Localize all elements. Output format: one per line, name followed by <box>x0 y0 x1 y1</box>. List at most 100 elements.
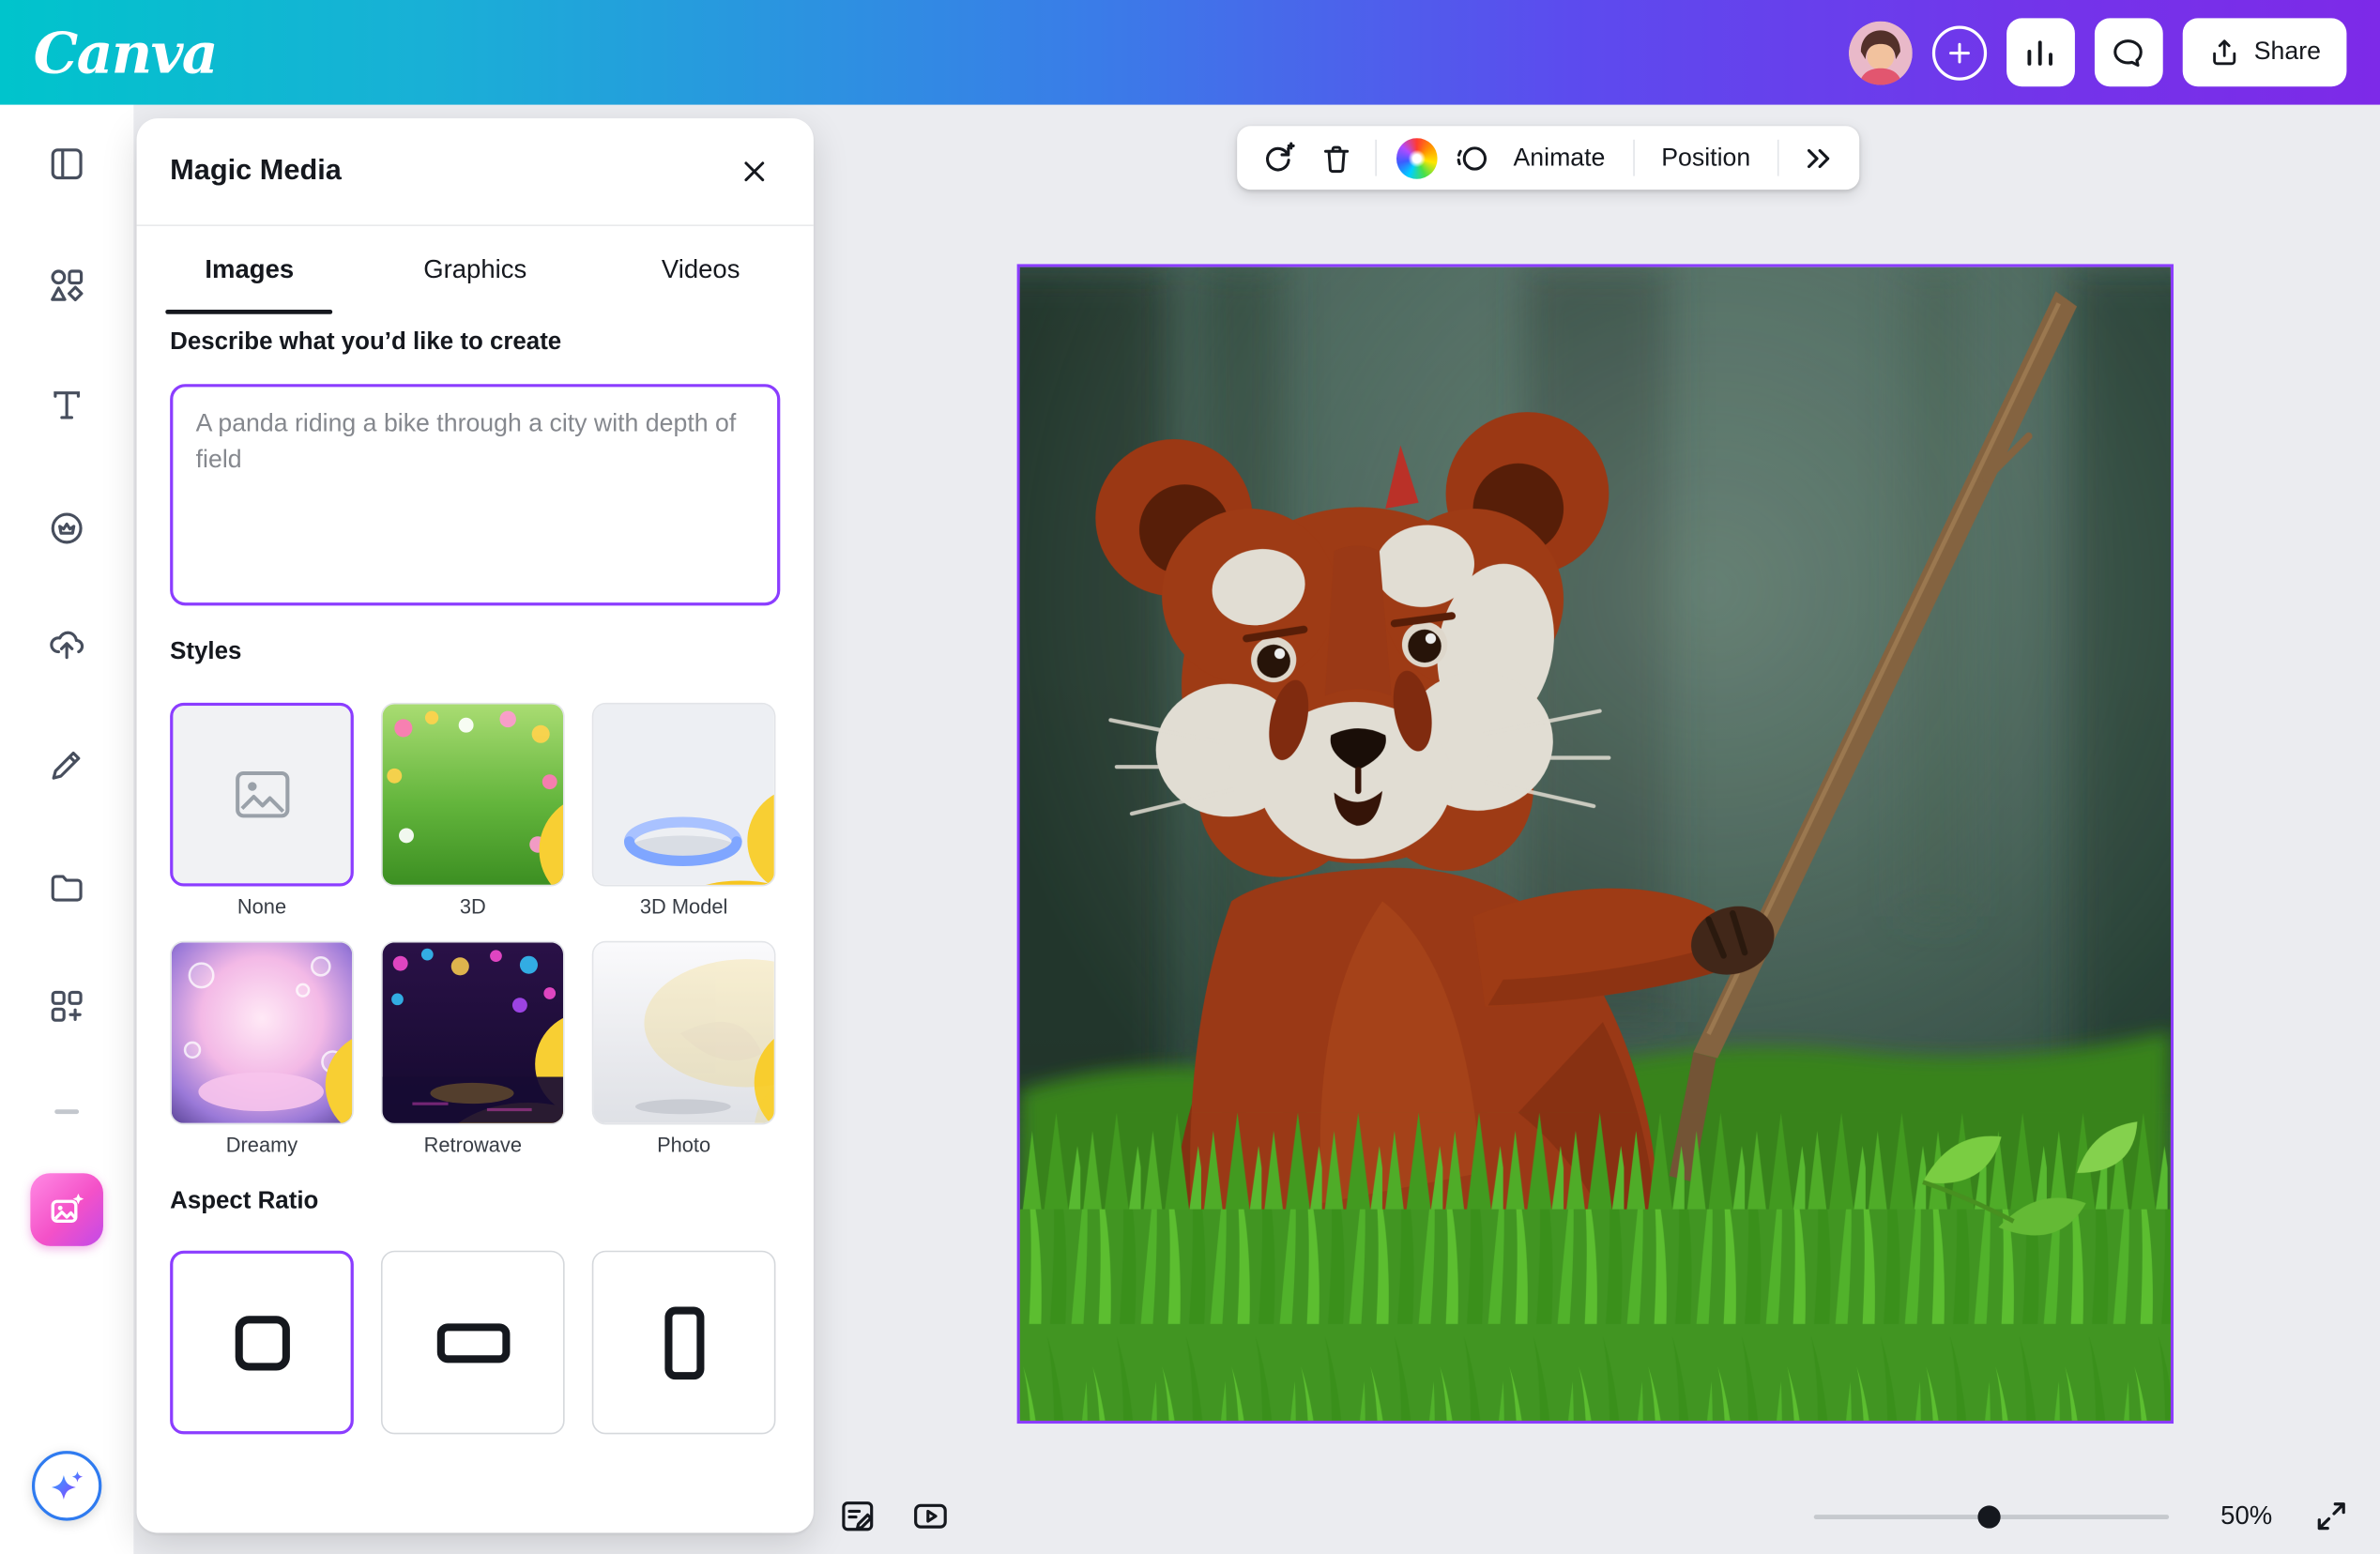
avatar[interactable] <box>1849 21 1913 84</box>
style-option-3d-model[interactable] <box>592 703 776 887</box>
tab-videos[interactable]: Videos <box>587 226 813 314</box>
present-button[interactable] <box>900 1485 961 1546</box>
aspect-option-landscape[interactable] <box>381 1251 565 1435</box>
more-tools-button[interactable] <box>1790 130 1847 185</box>
aspect-ratio-grid <box>170 1251 780 1435</box>
panel-header: Magic Media <box>137 118 814 224</box>
style-thumbnail-3d <box>383 704 563 884</box>
style-label: Photo <box>592 1134 776 1158</box>
prompt-heading: Describe what you’d like to create <box>170 329 780 359</box>
notes-icon <box>838 1497 877 1536</box>
sidebar-item-brand[interactable] <box>29 489 105 565</box>
style-thumbnail-photo <box>593 942 773 1122</box>
style-thumbnail-3d-model <box>593 704 773 884</box>
delete-button[interactable] <box>1307 130 1365 185</box>
notes-button[interactable] <box>827 1485 888 1546</box>
canva-assistant-button[interactable] <box>29 1448 105 1524</box>
magic-media-panel: Magic Media Images Graphics Videos Descr… <box>137 118 814 1532</box>
color-picker-button[interactable] <box>1387 130 1444 185</box>
canva-editor-window: Canva <box>0 0 2380 1554</box>
top-bar: Canva <box>0 0 2380 105</box>
canva-logo[interactable]: Canva <box>34 19 217 85</box>
more-chevrons-icon <box>1801 141 1836 175</box>
style-option-photo[interactable] <box>592 941 776 1125</box>
dash-icon <box>54 1108 79 1113</box>
comments-icon <box>2111 34 2147 70</box>
zoom-slider-handle[interactable] <box>1977 1505 2000 1528</box>
portrait-ratio-icon <box>664 1306 704 1379</box>
image-toolbar: Animate Position <box>1237 126 1859 190</box>
avatar-image <box>1849 21 1913 84</box>
zoom-level: 50% <box>2204 1501 2289 1531</box>
sidebar-item-text[interactable] <box>29 367 105 443</box>
style-option-3d[interactable] <box>381 703 565 887</box>
aspect-option-square[interactable] <box>170 1251 354 1435</box>
aspect-option-portrait[interactable] <box>592 1251 776 1435</box>
sidebar-item-elements[interactable] <box>29 248 105 324</box>
style-option-dreamy[interactable] <box>170 941 354 1125</box>
rail-collapse-handle[interactable] <box>29 1073 105 1149</box>
style-label: 3D <box>381 895 565 920</box>
styles-grid: None <box>170 703 780 1158</box>
panel-title: Magic Media <box>170 155 342 189</box>
elements-icon <box>47 266 86 305</box>
toolbar-divider <box>1777 140 1779 176</box>
aspect-ratio-heading: Aspect Ratio <box>170 1188 780 1218</box>
red-panda-artwork <box>1020 267 2171 1421</box>
fullscreen-icon <box>2313 1498 2350 1534</box>
sidebar-item-projects[interactable] <box>29 848 105 924</box>
style-label: 3D Model <box>592 895 776 920</box>
square-ratio-icon <box>235 1315 289 1369</box>
brand-icon <box>47 507 86 546</box>
share-upload-icon <box>2208 37 2240 69</box>
panel-body: Describe what you’d like to create Style… <box>137 329 814 1434</box>
projects-icon <box>47 867 86 906</box>
add-member-button[interactable] <box>1932 25 1987 80</box>
close-panel-button[interactable] <box>728 145 780 197</box>
generated-image[interactable] <box>1017 264 2174 1424</box>
prompt-input[interactable] <box>170 384 780 605</box>
add-icon <box>1945 38 1975 68</box>
style-option-retrowave[interactable] <box>381 941 565 1125</box>
position-button[interactable]: Position <box>1644 144 1767 173</box>
sidebar-item-design[interactable] <box>29 126 105 202</box>
color-wheel-icon <box>1396 137 1437 178</box>
left-rail <box>0 105 133 1554</box>
style-thumbnail-retrowave <box>383 942 563 1122</box>
comments-button[interactable] <box>2095 18 2163 86</box>
sidebar-item-draw[interactable] <box>29 727 105 803</box>
image-placeholder-icon <box>173 706 350 883</box>
style-label: None <box>170 895 354 920</box>
tab-images[interactable]: Images <box>137 226 362 314</box>
style-option-none[interactable] <box>170 703 354 887</box>
style-thumbnail-dreamy <box>172 942 352 1122</box>
share-button[interactable]: Share <box>2183 18 2347 86</box>
animate-icon <box>1452 139 1489 176</box>
fullscreen-button[interactable] <box>2301 1485 2362 1546</box>
close-icon <box>738 155 771 189</box>
media-type-tabs: Images Graphics Videos <box>137 226 814 314</box>
top-actions: Share <box>1849 18 2347 86</box>
tab-graphics[interactable]: Graphics <box>362 226 587 314</box>
magic-media-icon <box>30 1173 103 1246</box>
design-icon <box>47 145 86 184</box>
present-icon <box>910 1497 950 1536</box>
animate-button-icon-part[interactable] <box>1445 130 1497 185</box>
sidebar-item-magic-media[interactable] <box>29 1172 105 1248</box>
apps-icon <box>47 986 86 1026</box>
trash-icon <box>1319 141 1353 175</box>
assistant-sparkle-icon <box>32 1451 101 1520</box>
style-label: Dreamy <box>170 1134 354 1158</box>
text-icon <box>47 386 86 425</box>
draw-icon <box>47 745 86 785</box>
style-label: Retrowave <box>381 1134 565 1158</box>
styles-heading: Styles <box>170 639 780 669</box>
sidebar-item-apps[interactable] <box>29 968 105 1044</box>
animate-button[interactable]: Animate <box>1497 144 1622 173</box>
generate-again-icon <box>1259 140 1296 176</box>
sidebar-item-uploads[interactable] <box>29 605 105 681</box>
generate-again-button[interactable] <box>1249 130 1306 185</box>
landscape-ratio-icon <box>436 1323 510 1363</box>
analytics-button[interactable] <box>2006 18 2075 86</box>
uploads-icon <box>47 624 86 663</box>
